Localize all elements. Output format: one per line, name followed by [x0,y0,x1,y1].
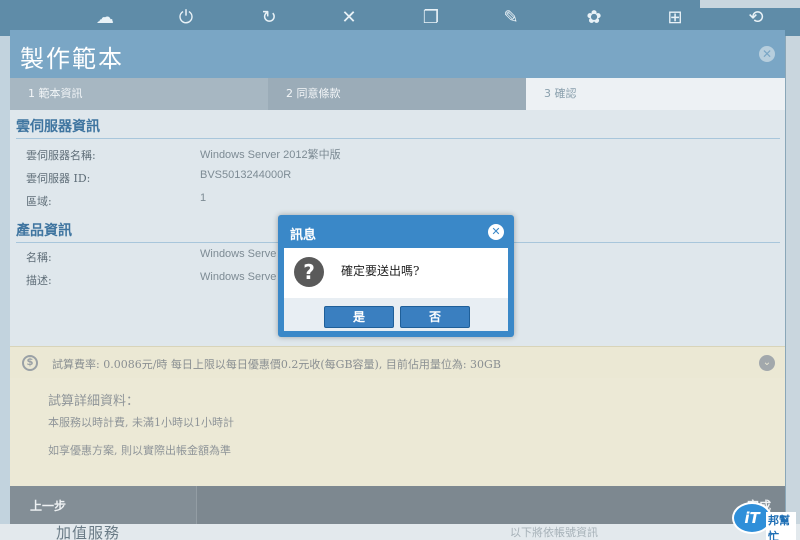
cloud-server-icon[interactable]: ☁ [94,7,116,29]
cost-estimate-text: 試算費率: 0.0086元/時 每日上限以每日優惠價0.2元收(每GB容量), … [52,358,501,371]
dialog-header: 訊息 ✕ [278,215,514,248]
wizard-steps: 1 範本資訊 2 同意條款 3 確認 [10,78,785,110]
background-page-left [0,36,10,540]
add-icon[interactable]: ⊞ [664,7,686,29]
background-page-right [786,36,800,540]
yes-button[interactable]: 是 [324,306,394,328]
dialog-actions: 是 否 [284,298,508,331]
previous-step-button[interactable]: 上一步 [10,486,197,524]
background-section-title: 加值服務 [56,524,121,540]
close-icon[interactable]: ✕ [488,224,504,240]
edit-icon[interactable]: ✎ [500,7,522,29]
dialog-message: 確定要送出嗎? [341,264,420,278]
history-icon[interactable]: ⟲ [745,7,767,29]
chevron-down-icon[interactable]: ⌄ [759,355,775,371]
cost-detail-title: 試算詳細資料： [48,394,140,409]
cost-detail-panel: 試算詳細資料： 本服務以時計費, 未滿1小時以1小時計 如享優惠方案, 則以實際… [10,378,785,486]
modal-title: 製作範本 [20,45,124,73]
cost-detail-line: 本服務以時計費, 未滿1小時以1小時計 [48,416,234,429]
product-desc-value: Windows Serve [200,271,277,283]
product-name-label: 名稱: [26,251,52,264]
server-id-value: BVS5013244000R [200,169,292,181]
step-template-info: 1 範本資訊 [10,78,268,110]
step-confirm: 3 確認 [526,78,785,110]
cost-estimate-bar[interactable]: $ 試算費率: 0.0086元/時 每日上限以每日優惠價0.2元收(每GB容量)… [10,346,785,378]
region-label: 區域: [26,195,52,208]
ithome-watermark-logo: iT 邦幫忙 [732,500,796,540]
server-name-value: Windows Server 2012繁中版 [200,149,341,161]
refresh-icon[interactable]: ↻ [258,7,280,29]
server-id-label: 雲伺服器 ID: [26,172,91,185]
server-name-label: 雲伺服器名稱: [26,149,96,162]
settings-icon[interactable]: ✿ [583,7,605,29]
close-icon[interactable]: ✕ [759,46,775,62]
no-button[interactable]: 否 [400,306,470,328]
dialog-title: 訊息 [290,228,317,243]
toolbar-edge [700,0,800,8]
modal-header: 製作範本 ✕ [10,30,785,78]
product-name-value: Windows Serve [200,248,277,260]
step-agree-terms: 2 同意條款 [268,78,526,110]
modal-footer: 上一步 完成 [10,486,785,524]
section-divider [16,138,780,139]
background-note: 以下將依帳號資訊 [510,526,598,539]
dollar-icon: $ [22,355,38,371]
region-value: 1 [200,192,207,204]
product-section-title: 產品資訊 [16,223,72,239]
delete-icon[interactable]: ✕ [338,7,360,29]
question-icon: ? [294,257,324,287]
cost-detail-line: 如享優惠方案, 則以實際出帳金額為準 [48,444,231,457]
confirm-message-dialog: 訊息 ✕ ? 確定要送出嗎? 是 否 [278,215,514,337]
previous-step-label: 上一步 [30,499,67,513]
watermark-brand-text: 邦幫忙 [766,512,796,540]
server-section-title: 雲伺服器資訊 [16,119,100,135]
product-desc-label: 描述: [26,274,52,287]
power-icon[interactable]: ⏻ [175,7,197,29]
background-page-bottom: 加值服務 以下將依帳號資訊 [0,524,800,540]
copy-icon[interactable]: ❐ [420,7,442,29]
dialog-body: ? 確定要送出嗎? [284,248,508,298]
